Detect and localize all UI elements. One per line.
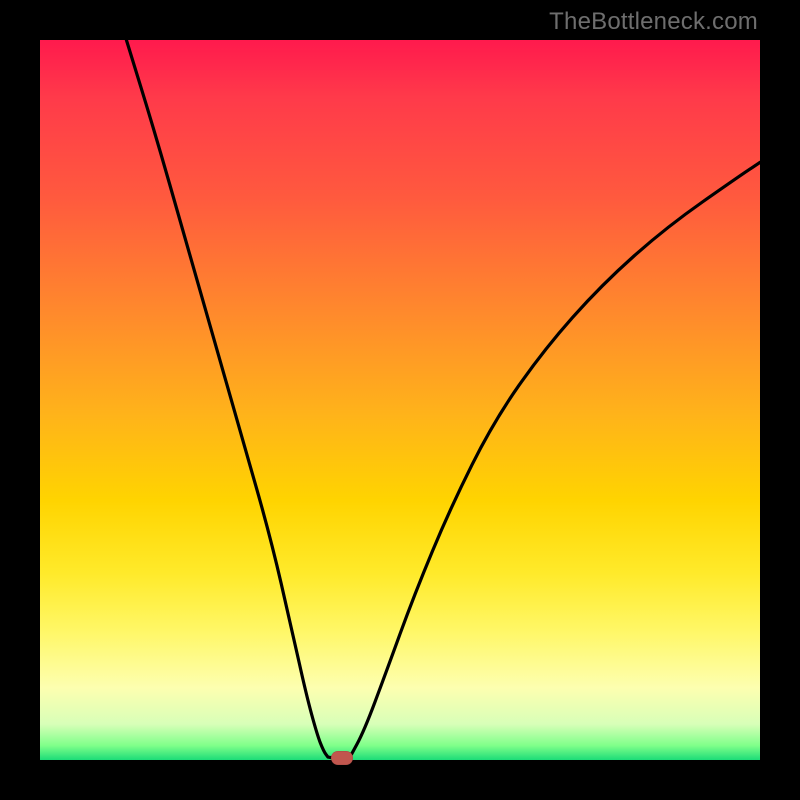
chart-frame: TheBottleneck.com <box>0 0 800 800</box>
curve-svg <box>40 40 760 760</box>
plot-area <box>40 40 760 760</box>
brand-watermark: TheBottleneck.com <box>549 8 758 36</box>
optimal-point-marker <box>331 751 353 765</box>
bottleneck-curve <box>126 40 760 758</box>
